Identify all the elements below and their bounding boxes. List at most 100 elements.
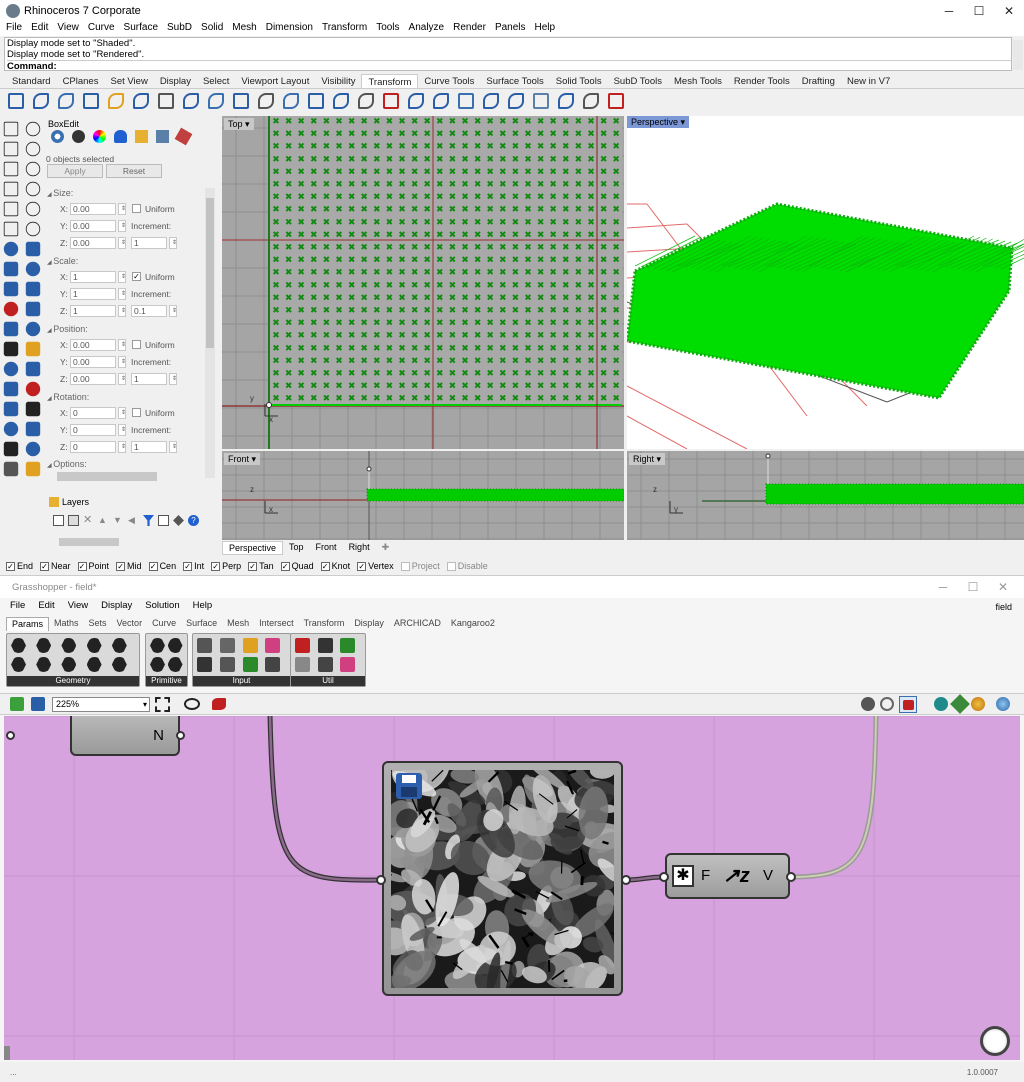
menu-item-curve[interactable]: Curve — [88, 22, 115, 36]
checkbox[interactable]: ✓ — [211, 562, 220, 571]
perspective-viewport[interactable]: Perspective ▾ — [627, 116, 1024, 449]
ribbon-group-label[interactable]: Geometry — [7, 676, 139, 686]
set-pt-icon[interactable] — [583, 93, 599, 109]
gh-doc-name[interactable]: field — [995, 602, 1012, 612]
orient-icon[interactable] — [183, 93, 199, 109]
param-3-5-icon[interactable] — [340, 657, 355, 672]
param-3-3-icon[interactable] — [295, 657, 310, 672]
stepper-icon[interactable]: ⇕ — [118, 373, 126, 385]
param-0-8-icon[interactable] — [87, 657, 102, 672]
input-port[interactable] — [376, 875, 386, 885]
collapse-icon[interactable]: ◢ — [47, 328, 53, 334]
gumball-icon[interactable] — [558, 93, 574, 109]
layer-tools-icon[interactable] — [158, 515, 169, 526]
boxedit-icon[interactable] — [533, 93, 549, 109]
viewport-label-top[interactable]: Top ▾ — [224, 118, 254, 130]
loft-icon[interactable] — [26, 282, 40, 296]
cage-icon[interactable] — [358, 93, 374, 109]
param-1-0-icon[interactable] — [150, 638, 165, 653]
output-port[interactable] — [6, 731, 15, 740]
param-1-3-icon[interactable] — [168, 657, 183, 672]
osnap-project[interactable]: Project — [401, 561, 440, 571]
analyze-icon[interactable] — [4, 442, 18, 456]
tab-render-tools[interactable]: Render Tools — [728, 74, 796, 88]
right-viewport[interactable]: Right ▾ z y — [627, 451, 1024, 540]
osnap-quad[interactable]: ✓Quad — [281, 561, 314, 571]
viewport-tab-top[interactable]: Top — [283, 541, 310, 555]
viewport-label-right[interactable]: Right ▾ — [629, 453, 665, 465]
output-port[interactable] — [621, 875, 631, 885]
ellipse-icon[interactable] — [26, 162, 40, 176]
boolean-icon[interactable] — [4, 302, 18, 316]
tab-select[interactable]: Select — [197, 74, 235, 88]
gh-menu-view[interactable]: View — [68, 600, 88, 616]
preview-shaded-button[interactable] — [899, 696, 917, 713]
layer-state-icon[interactable] — [173, 515, 184, 526]
x-value-field[interactable]: 1 — [70, 271, 116, 283]
param-2-7-icon[interactable] — [265, 657, 280, 672]
output-port[interactable] — [786, 872, 796, 882]
stepper-icon[interactable]: ⇕ — [118, 271, 126, 283]
gh-tab-mesh[interactable]: Mesh — [222, 617, 254, 631]
menu-item-help[interactable]: Help — [535, 22, 556, 36]
add-viewport-icon[interactable]: ✚ — [376, 541, 396, 555]
checkbox[interactable]: ✓ — [6, 562, 15, 571]
menu-item-subd[interactable]: SubD — [167, 22, 192, 36]
y-value-field[interactable]: 0.00 — [70, 220, 116, 232]
ribbon-group-label[interactable]: Primitive — [146, 676, 187, 686]
gh-tab-curve[interactable]: Curve — [147, 617, 181, 631]
panel-h-scroll[interactable] — [57, 472, 157, 481]
display-settings-icon[interactable] — [996, 697, 1010, 711]
top-viewport[interactable]: ✖✖✖✖✖✖✖✖✖✖✖✖✖✖✖✖✖✖✖✖✖✖✖✖✖✖✖✖✖✖✖✖✖✖✖✖✖✖✖✖… — [222, 116, 624, 449]
move-up-icon[interactable]: ▲ — [98, 515, 109, 526]
osnap-tan[interactable]: ✓Tan — [248, 561, 274, 571]
checkbox[interactable]: ✓ — [281, 562, 290, 571]
rectangle-icon[interactable] — [26, 182, 40, 196]
gh-tab-vector[interactable]: Vector — [112, 617, 148, 631]
param-1-1-icon[interactable] — [168, 638, 183, 653]
gh-menu-file[interactable]: File — [10, 600, 25, 616]
param-2-0-icon[interactable] — [197, 638, 212, 653]
osnap-perp[interactable]: ✓Perp — [211, 561, 241, 571]
check-icon[interactable] — [26, 442, 40, 456]
stepper-icon[interactable]: ⇕ — [118, 237, 126, 249]
polyline-icon[interactable] — [4, 142, 18, 156]
gh-menu-edit[interactable]: Edit — [38, 600, 54, 616]
gh-tab-archicad[interactable]: ARCHICAD — [389, 617, 446, 631]
array-icon[interactable] — [4, 402, 18, 416]
checkbox[interactable]: ✓ — [116, 562, 125, 571]
tab-display[interactable]: Display — [154, 74, 197, 88]
zoom-select[interactable]: 225%▾ — [52, 697, 150, 712]
param-3-4-icon[interactable] — [318, 657, 333, 672]
viewport-label-perspective[interactable]: Perspective ▾ — [627, 116, 689, 128]
collapse-icon[interactable]: ◢ — [47, 463, 53, 469]
stepper-icon[interactable]: ⇕ — [118, 305, 126, 317]
save-file-icon[interactable] — [31, 697, 45, 711]
param-2-6-icon[interactable] — [243, 657, 258, 672]
new-layer-icon[interactable] — [53, 515, 64, 526]
gh-tab-sets[interactable]: Sets — [84, 617, 112, 631]
osnap-end[interactable]: ✓End — [6, 561, 33, 571]
y-value-field[interactable]: 1 — [70, 288, 116, 300]
stepper-icon[interactable]: ⇕ — [118, 441, 126, 453]
open-file-icon[interactable] — [10, 697, 24, 711]
save-icon[interactable] — [396, 773, 422, 799]
help-icon[interactable]: ? — [188, 515, 199, 526]
folder-icon[interactable] — [135, 130, 148, 143]
preview-wire-icon[interactable] — [880, 697, 894, 711]
gh-tab-surface[interactable]: Surface — [181, 617, 222, 631]
flow-icon[interactable] — [283, 93, 299, 109]
join-icon[interactable] — [4, 362, 18, 376]
command-prompt[interactable]: Command: — [7, 60, 1011, 72]
gh-menu-help[interactable]: Help — [193, 600, 213, 616]
gh-tab-maths[interactable]: Maths — [49, 617, 84, 631]
circle-icon[interactable] — [4, 162, 18, 176]
param-0-3-icon[interactable] — [87, 638, 102, 653]
layers-scroll[interactable] — [59, 538, 119, 546]
array-icon[interactable] — [133, 93, 149, 109]
checkbox[interactable]: ✓ — [78, 562, 87, 571]
tab-curve-tools[interactable]: Curve Tools — [418, 74, 480, 88]
section-header[interactable]: ◢ Position: — [47, 324, 88, 334]
menu-item-file[interactable]: File — [6, 22, 22, 36]
tab-set-view[interactable]: Set View — [104, 74, 153, 88]
